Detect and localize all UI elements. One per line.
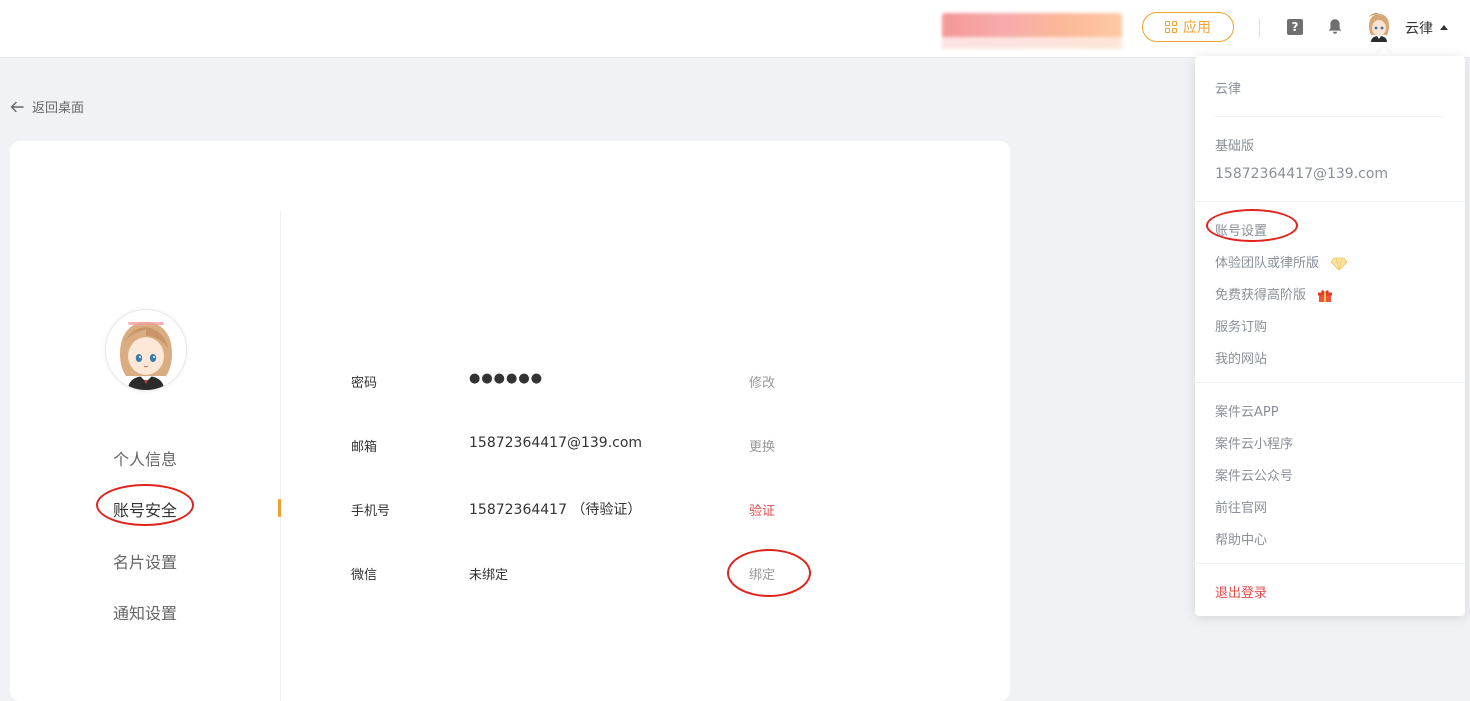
website-menu-item[interactable]: 前往官网 — [1215, 497, 1267, 516]
avatar[interactable] — [105, 309, 187, 391]
back-to-desktop-link[interactable]: 返回桌面 — [10, 97, 84, 116]
nav-divider — [280, 211, 281, 701]
free-upgrade-label: 免费获得高阶版 — [1215, 288, 1307, 303]
logout-menu-item[interactable]: 退出登录 — [1215, 582, 1267, 601]
password-value: ●●●●●● — [469, 371, 544, 386]
settings-card: 个人信息 账号安全 名片设置 通知设置 密码 ●●●●●● 修改 邮箱 1587… — [10, 141, 1010, 701]
official-account-menu-item[interactable]: 案件云公众号 — [1215, 465, 1293, 484]
password-label: 密码 — [351, 376, 378, 391]
arrow-left-icon — [10, 101, 24, 112]
subscription-menu-item[interactable]: 服务订购 — [1215, 316, 1267, 335]
dropdown-divider — [1215, 116, 1445, 117]
top-header: 应用 ? 云律 — [0, 0, 1470, 58]
user-name[interactable]: 云律 — [1405, 18, 1433, 38]
bind-wechat-link[interactable]: 绑定 — [749, 564, 775, 583]
avatar-icon[interactable] — [1366, 12, 1392, 42]
free-upgrade-menu-item[interactable]: 免费获得高阶版 — [1215, 284, 1333, 303]
grid-icon — [1165, 21, 1177, 33]
dropdown-username: 云律 — [1215, 82, 1242, 97]
nav-item-personal-info[interactable]: 个人信息 — [113, 446, 177, 470]
question-icon[interactable]: ? — [1287, 19, 1303, 35]
account-settings-menu-item[interactable]: 账号设置 — [1215, 220, 1267, 239]
verify-phone-link[interactable]: 验证 — [749, 500, 775, 519]
trial-team-menu-item[interactable]: 体验团队或律所版 — [1215, 252, 1348, 271]
dropdown-divider — [1195, 382, 1465, 383]
email-value: 15872364417@139.com — [469, 435, 643, 451]
change-password-link[interactable]: 修改 — [749, 372, 775, 391]
trial-team-label: 体验团队或律所版 — [1215, 256, 1320, 271]
mini-program-menu-item[interactable]: 案件云小程序 — [1215, 433, 1293, 452]
phone-label: 手机号 — [351, 504, 391, 519]
wechat-label: 微信 — [351, 568, 378, 583]
app-menu-item[interactable]: 案件云APP — [1215, 401, 1279, 420]
phone-value: 15872364417 （待验证） — [469, 502, 642, 518]
nav-item-account-security[interactable]: 账号安全 — [113, 497, 177, 521]
diamond-icon — [1331, 257, 1348, 271]
header-divider — [1259, 18, 1260, 38]
gift-icon — [1318, 289, 1333, 302]
back-label: 返回桌面 — [32, 101, 85, 116]
caret-up-icon[interactable] — [1440, 25, 1448, 30]
dropdown-email: 15872364417@139.com — [1215, 166, 1389, 182]
change-email-link[interactable]: 更换 — [749, 436, 775, 455]
user-dropdown-menu: 云律 基础版 15872364417@139.com 账号设置 体验团队或律所版… — [1195, 56, 1465, 616]
help-center-menu-item[interactable]: 帮助中心 — [1215, 529, 1267, 548]
dropdown-divider — [1195, 201, 1465, 202]
dropdown-divider — [1195, 563, 1465, 564]
apps-button[interactable]: 应用 — [1142, 12, 1234, 42]
avatar-illustration — [106, 310, 186, 390]
wechat-value: 未绑定 — [469, 568, 509, 583]
my-site-menu-item[interactable]: 我的网站 — [1215, 348, 1267, 367]
apps-label: 应用 — [1183, 20, 1211, 36]
nav-item-card-settings[interactable]: 名片设置 — [113, 549, 177, 573]
email-label: 邮箱 — [351, 440, 378, 455]
nav-item-notification-settings[interactable]: 通知设置 — [113, 600, 177, 624]
bell-icon[interactable] — [1327, 18, 1343, 35]
active-nav-indicator — [278, 499, 281, 517]
blurred-banner — [942, 13, 1122, 49]
dropdown-plan: 基础版 — [1215, 139, 1255, 154]
